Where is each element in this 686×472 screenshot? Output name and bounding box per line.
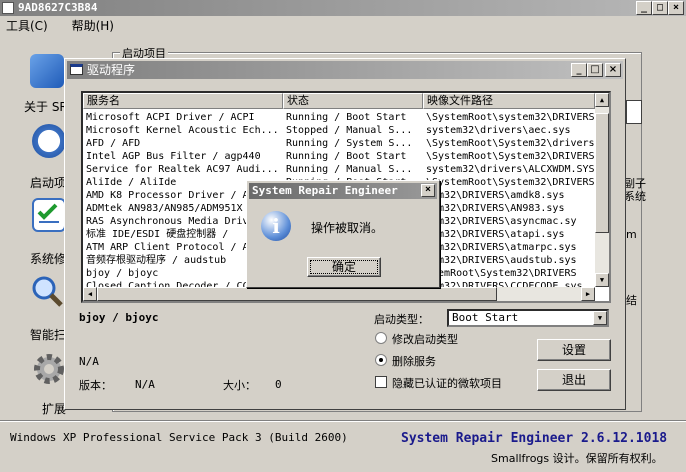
cell-path: stemRoot\System32\DRIVERS (426, 268, 577, 279)
message-text: 操作被取消。 (311, 221, 384, 235)
cell-name: Microsoft ACPI Driver / ACPI (86, 112, 255, 123)
horizontal-scrollbar[interactable]: ◀ ▶ (83, 287, 595, 301)
cell-path: system32\drivers\ALCXWDM.SYS (426, 164, 594, 175)
cell-status: Running / Manual S... (286, 164, 413, 175)
scroll-thumb[interactable] (97, 287, 497, 301)
cell-status: Stopped / Manual S... (286, 125, 413, 136)
ok-button[interactable]: 确定 (307, 257, 381, 277)
cell-path: tem32\DRIVERS\atapi.sys (426, 229, 565, 240)
minimize-button[interactable]: _ (636, 1, 652, 15)
window-title: 9AD8627C3B84 (18, 1, 98, 14)
maximize-button[interactable]: □ (652, 1, 668, 15)
cell-path: \SystemRoot\system32\DRIVERS (426, 112, 594, 123)
gear-icon[interactable] (32, 352, 66, 386)
app-icon (2, 2, 14, 14)
about-icon[interactable] (30, 54, 64, 88)
menu-help[interactable]: 帮助(H) (72, 19, 114, 33)
cell-status: Running / System S... (286, 138, 413, 149)
column-header-path[interactable]: 映像文件路径 (423, 93, 595, 109)
table-row[interactable]: Intel AGP Bus Filter / agp440 Running / B… (83, 150, 594, 163)
version-label: 版本： (79, 379, 112, 392)
scroll-up-button[interactable]: ▲ (595, 93, 609, 107)
sidebar-item-startup[interactable]: 启动项 (30, 174, 66, 191)
cell-name: Microsoft Kernel Acoustic Ech... (86, 125, 279, 136)
copyright: Smallfrogs 设计。保留所有权利。 (491, 452, 663, 465)
close-button[interactable]: × (668, 1, 684, 15)
scroll-left-button[interactable]: ◀ (83, 287, 97, 301)
table-row[interactable]: Service for Realtek AC97 Audi... Running … (83, 163, 594, 176)
os-info: Windows XP Professional Service Pack 3 (… (10, 431, 348, 444)
cell-name: Service for Realtek AC97 Audi... (86, 164, 279, 175)
cell-path: tem32\DRIVERS\asyncmac.sy (426, 216, 577, 227)
start-type-label: 启动类型： (374, 313, 429, 326)
cell-path: \SystemRoot\System32\drivers (426, 138, 594, 149)
version-value: N/A (135, 378, 155, 391)
driver-window-title: 驱动程序 (87, 63, 136, 77)
scroll-thumb[interactable] (595, 113, 609, 233)
cell-path: \SystemRoot\System32\DRIVERS (426, 177, 594, 188)
size-label: 大小： (223, 379, 256, 392)
table-row[interactable]: Microsoft Kernel Acoustic Ech... Stopped … (83, 124, 593, 137)
scroll-down-button[interactable]: ▼ (595, 273, 609, 287)
start-type-select[interactable]: Boot Start ▼ (447, 309, 609, 327)
background-text: 结 (626, 294, 637, 307)
cell-path: tem32\DRIVERS\amdk8.sys (426, 190, 565, 201)
close-button[interactable]: × (421, 184, 435, 197)
magnifier-icon[interactable] (30, 274, 64, 308)
background-text: m (626, 228, 637, 241)
radio-delete-service[interactable] (375, 354, 387, 366)
main-titlebar: 9AD8627C3B84 _ □ × (0, 0, 686, 16)
hide-ms-checkbox[interactable] (375, 376, 387, 388)
setup-button[interactable]: 设置 (537, 339, 611, 361)
column-header-name[interactable]: 服务名 (83, 93, 283, 109)
footer-divider (0, 420, 686, 422)
cell-name: AFD / AFD (86, 138, 141, 149)
checklist-icon[interactable] (32, 198, 66, 232)
info-icon: i (261, 211, 291, 241)
cell-name: Intel AGP Bus Filter / agp440 (86, 151, 261, 162)
radio-modify-label[interactable]: 修改启动类型 (392, 331, 458, 347)
size-value: 0 (275, 378, 282, 391)
cell-path: tem32\DRIVERS\atmarpc.sys (426, 242, 577, 253)
table-row[interactable]: Microsoft ACPI Driver / ACPI Running / Bo… (83, 111, 594, 124)
cell-status: Running / Boot Start (286, 112, 407, 123)
message-box-titlebar: System Repair Engineer × (249, 183, 437, 199)
menu-tools[interactable]: 工具(C) (6, 19, 48, 33)
clock-icon[interactable] (32, 124, 66, 158)
message-box: System Repair Engineer × i 操作被取消。 确定 (246, 180, 440, 288)
background-button (626, 100, 642, 124)
cell-status: Running / Boot Start (286, 151, 407, 162)
radio-modify-start-type[interactable] (375, 332, 387, 344)
app-version: System Repair Engineer 2.6.12.1018 (401, 431, 668, 446)
scroll-right-button[interactable]: ▶ (581, 287, 595, 301)
driver-window-titlebar: 驱动程序 _ □ × (67, 61, 623, 79)
start-type-value: Boot Start (452, 311, 519, 324)
menubar: 工具(C) 帮助(H) (0, 16, 686, 36)
exit-button[interactable]: 退出 (537, 369, 611, 391)
message-box-title: System Repair Engineer (252, 184, 398, 197)
maximize-button[interactable]: □ (587, 63, 603, 77)
cell-path: \SystemRoot\System32\DRIVERS (426, 151, 594, 162)
minimize-button[interactable]: _ (571, 63, 587, 77)
cell-path: tem32\DRIVERS\AN983.sys (426, 203, 565, 214)
sidebar-item-scan[interactable]: 智能扫 (30, 326, 66, 343)
window-icon (70, 64, 83, 75)
sidebar-item-extend[interactable]: 扩展 (42, 400, 66, 417)
cell-path: system32\drivers\aec.sys (426, 125, 571, 136)
sidebar-item-about[interactable]: 关于 SR (24, 98, 68, 115)
radio-delete-label[interactable]: 删除服务 (392, 353, 436, 369)
hide-ms-label[interactable]: 隐藏已认证的微软项目 (392, 375, 502, 391)
cell-path: tem32\DRIVERS\audstub.sys (426, 255, 577, 266)
chevron-down-icon[interactable]: ▼ (593, 311, 607, 325)
close-button[interactable]: × (605, 63, 621, 77)
selected-service-name: bjoy / bjoyc (79, 311, 159, 324)
sidebar-item-repair[interactable]: 系统修 (30, 250, 66, 267)
background-text: 系统 (624, 190, 646, 203)
vertical-scrollbar[interactable]: ▲ ▼ (595, 93, 609, 287)
column-header-status[interactable]: 状态 (283, 93, 423, 109)
table-row[interactable]: AFD / AFD Running / System S... \SystemRoo… (83, 137, 594, 150)
service-description: N/A (79, 355, 99, 368)
